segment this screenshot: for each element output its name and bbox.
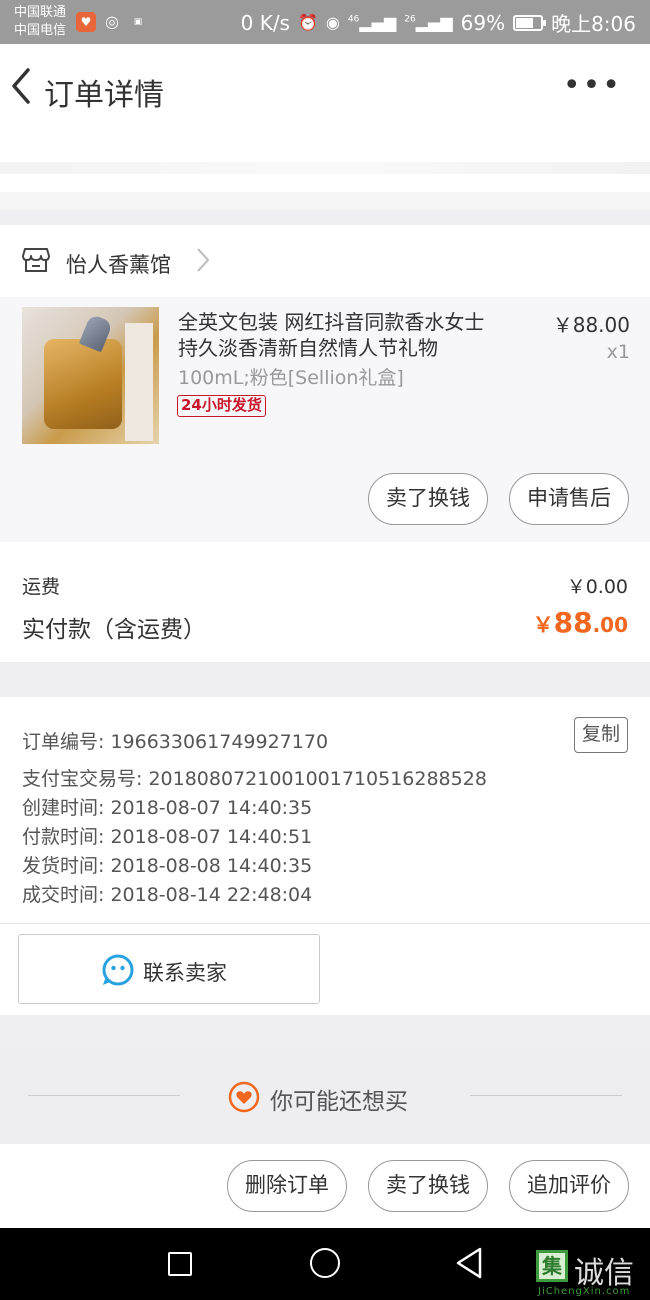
paid-integer: 88 — [553, 606, 593, 639]
notification-icons: ♥ ◎ ▣ — [76, 12, 148, 32]
product-image[interactable] — [22, 307, 159, 444]
network-speed: 0 K/s — [240, 10, 290, 35]
paid-time: 付款时间: 2018-08-07 14:40:51 — [22, 826, 313, 848]
shop-name[interactable]: 怡人香薰馆 — [66, 249, 171, 279]
blur-line — [0, 192, 650, 210]
order-number: 订单编号: 196633061749927170 — [22, 731, 329, 753]
paid-currency: ￥ — [532, 613, 554, 637]
status-bar: 中国联通 中国电信 ♥ ◎ ▣ 0 K/s ⏰ ◉ 46▂▄▆ 26▂▄▆ 69… — [0, 0, 650, 44]
copy-button[interactable]: 复制 — [574, 717, 628, 753]
product-item[interactable]: 全英文包装 网红抖音同款香水女士持久淡香清新自然情人节礼物 100mL;粉色[S… — [0, 297, 650, 542]
delete-order-button[interactable]: 删除订单 — [227, 1160, 347, 1212]
product-quantity: x1 — [606, 341, 630, 363]
back-arrow-icon[interactable] — [8, 66, 34, 106]
status-right: 0 K/s ⏰ ◉ 46▂▄▆ 26▂▄▆ 69% 晚上8:06 — [241, 8, 636, 37]
alipay-trade-number: 支付宝交易号: 2018080721001001710516288528 — [22, 768, 487, 790]
divider-right — [470, 1095, 622, 1096]
page-title: 订单详情 — [44, 78, 164, 113]
resell-button[interactable]: 卖了换钱 — [368, 473, 488, 525]
recents-icon[interactable] — [168, 1252, 192, 1276]
carrier-names: 中国联通 中国电信 — [14, 4, 66, 40]
blurred-info-strip — [0, 132, 650, 210]
shipping-label: 运费 — [22, 576, 61, 598]
signal-2-icon: 26▂▄▆ — [404, 13, 453, 32]
nav-bar: 订单详情 ••• — [0, 44, 650, 132]
contact-seller-button[interactable]: 联系卖家 — [18, 934, 320, 1004]
store-icon — [22, 248, 50, 272]
after-sales-button[interactable]: 申请售后 — [509, 473, 629, 525]
resell-button-bottom[interactable]: 卖了换钱 — [368, 1160, 488, 1212]
order-info: 订单编号: 196633061749927170 复制 支付宝交易号: 2018… — [0, 697, 650, 923]
watermark-url: JiChengXin.com — [538, 1286, 631, 1297]
paid-amount: ￥88.00 — [533, 606, 628, 639]
watermark: 集 诚信 JiChengXin.com — [532, 1248, 650, 1298]
carrier-1: 中国联通 — [14, 5, 67, 20]
taobao-notification-icon: ♥ — [76, 12, 96, 32]
completed-time: 成交时间: 2018-08-14 22:48:04 — [22, 884, 313, 906]
shipping-badge: 24小时发货 — [177, 395, 266, 417]
chat-face-icon — [102, 954, 134, 986]
battery-percent: 69% — [460, 10, 506, 35]
app-notification-icon: ▣ — [133, 17, 143, 27]
product-title[interactable]: 全英文包装 网红抖音同款香水女士持久淡香清新自然情人节礼物 — [178, 309, 498, 361]
paid-decimal: .00 — [592, 613, 628, 637]
heart-icon — [228, 1081, 260, 1113]
recommend-section: 你可能还想买 — [0, 1048, 650, 1144]
alarm-icon: ⏰ — [297, 13, 318, 32]
back-triangle-icon[interactable] — [454, 1246, 484, 1280]
recommend-label: 你可能还想买 — [270, 1089, 408, 1115]
shop-header[interactable]: 怡人香薰馆 — [0, 225, 650, 297]
fee-summary: 运费 ￥0.00 实付款（含运费） ￥88.00 — [0, 542, 650, 662]
gift-box-edge — [125, 323, 153, 441]
watermark-logo: 集 — [536, 1250, 568, 1282]
shipped-time: 发货时间: 2018-08-08 14:40:35 — [22, 855, 313, 877]
clock: 晚上8:06 — [551, 12, 636, 36]
battery-icon — [513, 14, 547, 31]
created-time: 创建时间: 2018-08-07 14:40:35 — [22, 797, 313, 819]
contact-seller-label: 联系卖家 — [143, 961, 227, 985]
contact-section: 联系卖家 — [0, 923, 650, 1015]
chevron-right-icon — [197, 248, 210, 272]
perfume-bottle — [44, 339, 122, 429]
divider-left — [28, 1095, 180, 1096]
carrier-2: 中国电信 — [14, 23, 67, 38]
product-price: ￥88.00 — [552, 313, 630, 337]
paid-label: 实付款（含运费） — [22, 617, 206, 643]
home-icon[interactable] — [310, 1248, 340, 1278]
bottom-action-bar: 删除订单 卖了换钱 追加评价 — [0, 1144, 650, 1228]
more-menu-icon[interactable]: ••• — [563, 68, 622, 103]
shipping-value: ￥0.00 — [566, 576, 628, 598]
wechat-notification-icon: ◎ — [105, 12, 119, 31]
add-review-button[interactable]: 追加评价 — [509, 1160, 629, 1212]
signal-1-icon: 46▂▄▆ — [347, 13, 397, 32]
product-spec: 100mL;粉色[Sellion礼盒] — [178, 367, 404, 389]
eye-icon: ◉ — [325, 13, 340, 32]
blur-line — [0, 162, 650, 174]
